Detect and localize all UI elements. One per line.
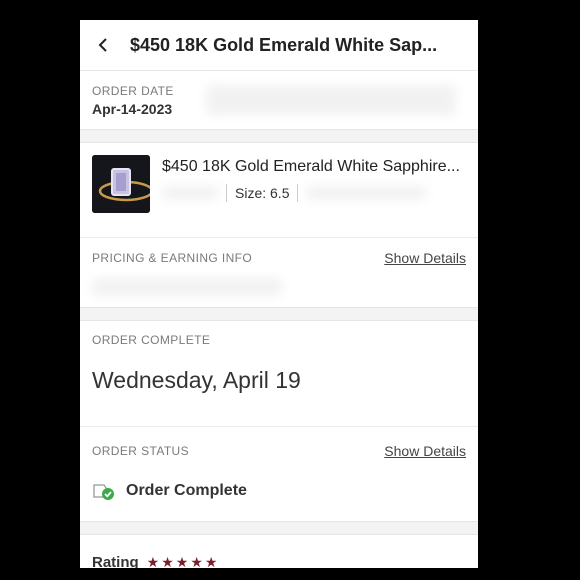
star-icon: ★ — [175, 553, 189, 569]
product-row[interactable]: $450 18K Gold Emerald White Sapphire... … — [80, 143, 478, 237]
order-complete-icon — [92, 481, 116, 501]
pricing-label: PRICING & EARNING INFO — [92, 251, 253, 265]
order-complete-section: ORDER COMPLETE Wednesday, April 19 — [80, 321, 478, 427]
redacted-info — [306, 186, 427, 200]
order-complete-label: ORDER COMPLETE — [92, 333, 211, 347]
order-status-text: Order Complete — [126, 482, 247, 499]
product-title: $450 18K Gold Emerald White Sapphire... — [162, 158, 460, 175]
star-icon: ★ — [161, 553, 174, 569]
page-title: $450 18K Gold Emerald White Sap... — [130, 34, 438, 55]
star-icon: ★ — [146, 553, 160, 569]
rating-label: Rating — [92, 553, 139, 569]
back-arrow-icon[interactable] — [96, 38, 110, 52]
section-divider — [80, 521, 478, 535]
redacted-info — [162, 186, 218, 200]
section-divider — [80, 129, 478, 143]
star-icon: ★ — [190, 553, 203, 569]
section-divider — [80, 307, 478, 321]
order-status-section: ORDER STATUS Show Details Order Complete — [80, 427, 478, 521]
phone-screen: $450 18K Gold Emerald White Sap... ORDER… — [80, 20, 478, 568]
order-complete-date: Wednesday, April 19 — [92, 367, 301, 393]
top-bar: $450 18K Gold Emerald White Sap... — [80, 20, 478, 71]
product-thumbnail — [92, 155, 150, 213]
meta-separator — [226, 184, 227, 202]
redacted-info — [206, 85, 456, 115]
meta-separator — [297, 184, 299, 202]
order-status-label: ORDER STATUS — [92, 444, 190, 458]
pricing-show-details-link[interactable]: Show Details — [384, 250, 466, 266]
status-show-details-link[interactable]: Show Details — [384, 443, 466, 459]
star-icon: ★ — [204, 553, 218, 569]
pricing-section: PRICING & EARNING INFO Show Details — [80, 237, 478, 307]
product-size: Size: 6.5 — [235, 185, 290, 201]
redacted-info — [92, 278, 282, 296]
rating-stars: ★ ★ ★ ★ ★ — [147, 554, 220, 569]
rating-section: Rating ★ ★ ★ ★ ★ — [80, 535, 478, 569]
order-date-section: ORDER DATE Apr-14-2023 — [80, 71, 478, 129]
